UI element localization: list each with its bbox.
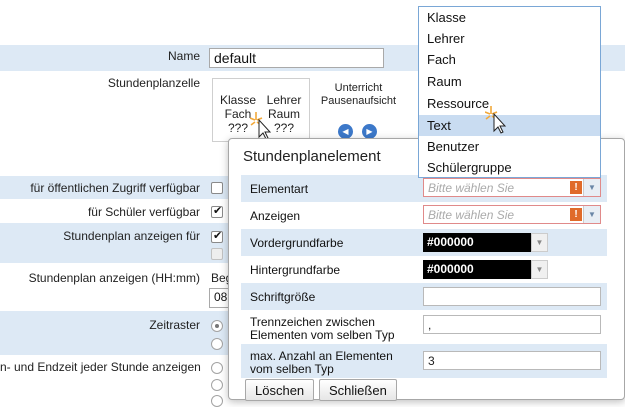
cell-label: Stundenplanzelle — [107, 76, 200, 90]
dropdown-item-klasse[interactable]: Klasse — [419, 7, 600, 28]
dropdown-item-raum[interactable]: Raum — [419, 71, 600, 92]
delete-button[interactable]: Löschen — [245, 379, 315, 401]
name-label: Name — [167, 49, 200, 63]
vordergrundfarbe-label: Vordergrundfarbe — [250, 236, 344, 250]
vordergrundfarbe-value[interactable]: #000000 — [423, 233, 531, 252]
schriftgroesse-input[interactable] — [423, 287, 601, 306]
field-hintergrundfarbe: Hintergrundfarbe #000000 ▼ — [241, 256, 607, 283]
cell-lehrer: Lehrer — [266, 93, 302, 107]
chevron-down-icon[interactable]: ▼ — [531, 233, 548, 252]
mouse-cursor-icon — [250, 112, 272, 140]
dropdown-item-fach[interactable]: Fach — [419, 49, 600, 70]
show-for-checkbox-1[interactable] — [211, 229, 223, 243]
chevron-down-icon[interactable]: ▼ — [583, 206, 600, 223]
dropdown-item-benutzer[interactable]: Benutzer — [419, 136, 600, 157]
zeitraster-radio-2[interactable] — [211, 338, 223, 350]
zeitraster-label: Zeitraster — [149, 318, 200, 332]
dropdown-item-text[interactable]: Text — [419, 115, 600, 136]
field-schriftgroesse: Schriftgröße — [241, 283, 607, 310]
dropdown-item-ressource[interactable]: Ressource — [419, 93, 600, 114]
zeitraster-radio-1[interactable] — [211, 320, 223, 332]
warning-icon: ! — [570, 208, 582, 221]
dropdown-item-lehrer[interactable]: Lehrer — [419, 28, 600, 49]
public-access-checkbox[interactable] — [211, 182, 223, 194]
warning-icon: ! — [570, 181, 582, 194]
chevron-down-icon[interactable]: ▼ — [531, 260, 548, 279]
field-max-anzahl: max. Anzahl an Elementen vom selben Typ … — [241, 344, 607, 378]
hintergrundfarbe-value[interactable]: #000000 — [423, 260, 531, 279]
name-input[interactable]: default — [209, 48, 384, 68]
field-trennzeichen: Trennzeichen zwischen Elementen vom selb… — [241, 310, 607, 344]
chevron-down-icon[interactable]: ▼ — [583, 179, 600, 196]
field-anzeigen: Anzeigen Bitte wählen Sie ! ▼ — [241, 202, 607, 229]
anzeigen-placeholder: Bitte wählen Sie — [428, 208, 515, 222]
cell-klasse: Klasse — [219, 93, 257, 107]
elementart-dropdown-list: Klasse Lehrer Fach Raum Ressource Text B… — [418, 6, 601, 178]
start-end-radio-3[interactable] — [211, 395, 223, 407]
show-for-label: Stundenplan anzeigen für — [63, 229, 200, 243]
start-end-label: n- und Endzeit jeder Stunde anzeigen — [0, 360, 201, 374]
pausenaufsicht-label: Pausenaufsicht — [320, 95, 397, 107]
next-arrow-icon[interactable]: ▶ — [362, 124, 377, 139]
elementart-placeholder: Bitte wählen Sie — [428, 181, 515, 195]
anzeigen-label: Anzeigen — [250, 209, 301, 223]
field-elementart: Elementart Bitte wählen Sie ! ▼ — [241, 175, 607, 202]
max-anzahl-input[interactable]: 3 — [423, 351, 601, 370]
start-end-radio-2[interactable] — [211, 379, 223, 391]
dialog-title: Stundenplanelement — [243, 148, 381, 165]
close-button[interactable]: Schließen — [319, 379, 397, 401]
max-anzahl-label: max. Anzahl an Elementen vom selben Typ — [250, 349, 393, 376]
students-checkbox[interactable] — [211, 204, 223, 218]
schriftgroesse-label: Schriftgröße — [250, 290, 316, 304]
dropdown-item-schuelergruppe[interactable]: Schülergruppe — [419, 157, 600, 178]
public-access-label: für öffentlichen Zugriff verfügbar — [30, 181, 200, 195]
prev-arrow-icon[interactable]: ◀ — [338, 124, 353, 139]
show-time-label: Stundenplan anzeigen (HH:mm) — [28, 271, 200, 285]
hintergrundfarbe-label: Hintergrundfarbe — [250, 263, 341, 277]
field-vordergrundfarbe: Vordergrundfarbe #000000 ▼ — [241, 229, 607, 256]
trennzeichen-input[interactable]: , — [423, 315, 601, 334]
unterricht-label: Unterricht — [334, 82, 383, 94]
elementart-label: Elementart — [250, 182, 309, 196]
trennzeichen-label: Trennzeichen zwischen Elementen vom selb… — [250, 315, 395, 342]
start-end-radio-1[interactable] — [211, 362, 223, 374]
students-label: für Schüler verfügbar — [87, 205, 200, 219]
anzeigen-select[interactable]: Bitte wählen Sie ! ▼ — [423, 205, 601, 224]
elementart-select[interactable]: Bitte wählen Sie ! ▼ — [423, 178, 601, 197]
mouse-cursor-icon — [485, 106, 507, 134]
cell-type-labels: Unterricht Pausenaufsicht — [316, 82, 401, 108]
show-for-checkbox-2[interactable] — [211, 248, 223, 260]
